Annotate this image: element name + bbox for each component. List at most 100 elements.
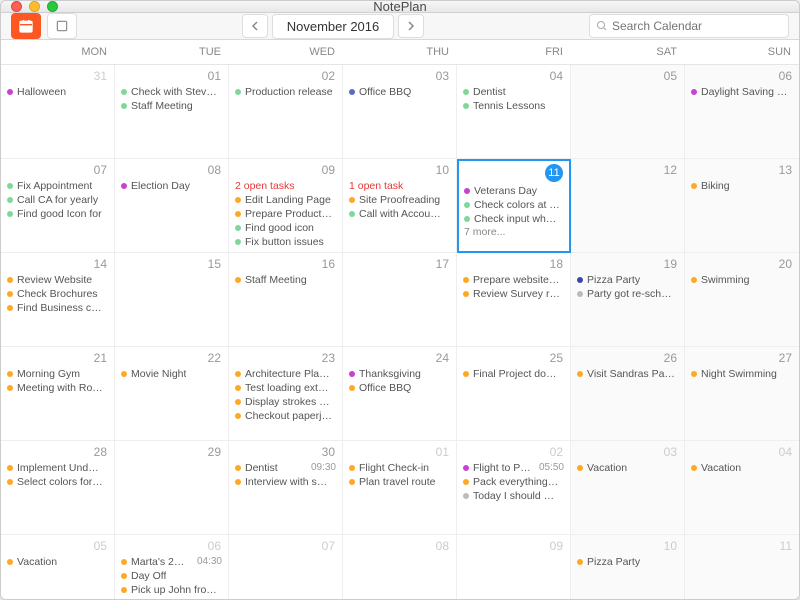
day-cell[interactable]: 18Prepare website…Review Survey r… [457, 253, 571, 347]
day-cell[interactable]: 09 [457, 535, 571, 600]
day-cell[interactable]: 02Flight to Paris05:50Pack everything…To… [457, 441, 571, 535]
event-item[interactable]: Find good Icon for [6, 207, 109, 221]
more-events-label[interactable]: 7 more... [463, 226, 565, 238]
event-item[interactable]: Staff Meeting [234, 273, 337, 287]
event-item[interactable]: Party got re-sch… [576, 287, 679, 301]
event-item[interactable]: Review Website [6, 273, 109, 287]
event-item[interactable]: Election Day [120, 179, 223, 193]
event-item[interactable]: Prepare website… [462, 273, 565, 287]
event-item[interactable]: Checkout paperj… [234, 409, 337, 423]
event-item[interactable]: Interview with s… [234, 475, 337, 489]
event-item[interactable]: Select colors for… [6, 475, 109, 489]
event-item[interactable]: Architecture Pla… [234, 367, 337, 381]
event-item[interactable]: Flight Check-in [348, 461, 451, 475]
event-item[interactable]: Display strokes … [234, 395, 337, 409]
day-cell[interactable]: 06Daylight Saving … [685, 65, 799, 159]
event-item[interactable]: Flight to Paris05:50 [462, 461, 565, 475]
event-item[interactable]: Biking [690, 179, 794, 193]
event-item[interactable]: Check colors at … [463, 198, 565, 212]
day-cell[interactable]: 06Marta's 22n…04:30Day OffPick up John f… [115, 535, 229, 600]
day-cell[interactable]: 092 open tasksEdit Landing PagePrepare P… [229, 159, 343, 253]
event-item[interactable]: Fix Appointment [6, 179, 109, 193]
event-item[interactable]: Morning Gym [6, 367, 109, 381]
event-item[interactable]: Pizza Party [576, 273, 679, 287]
event-item[interactable]: Swimming [690, 273, 794, 287]
event-item[interactable]: Today I should … [462, 489, 565, 503]
day-cell[interactable]: 19Pizza PartyParty got re-sch… [571, 253, 685, 347]
event-item[interactable]: Check Brochures [6, 287, 109, 301]
event-item[interactable]: Review Survey r… [462, 287, 565, 301]
event-item[interactable]: Pick up John fro… [120, 583, 223, 597]
event-item[interactable]: Staff Meeting [120, 99, 223, 113]
day-cell[interactable]: 10Pizza Party [571, 535, 685, 600]
month-label[interactable]: November 2016 [272, 14, 395, 39]
day-cell[interactable]: 12 [571, 159, 685, 253]
event-item[interactable]: Check input wh… [463, 212, 565, 226]
day-cell[interactable]: 25Final Project do… [457, 347, 571, 441]
event-item[interactable]: Find Business c… [6, 301, 109, 315]
event-item[interactable]: Vacation [6, 555, 109, 569]
event-item[interactable]: Daylight Saving … [690, 85, 794, 99]
day-cell[interactable]: 02Production release [229, 65, 343, 159]
event-item[interactable]: Call with Accou… [348, 207, 451, 221]
event-item[interactable]: Plan travel route [348, 475, 451, 489]
day-cell[interactable]: 15 [115, 253, 229, 347]
day-cell[interactable]: 07 [229, 535, 343, 600]
event-item[interactable]: Day Off [120, 569, 223, 583]
event-item[interactable]: Halloween [6, 85, 109, 99]
day-cell[interactable]: 13Biking [685, 159, 799, 253]
day-cell[interactable]: 20Swimming [685, 253, 799, 347]
notes-view-button[interactable] [47, 13, 77, 39]
event-item[interactable]: Veterans Day [463, 184, 565, 198]
day-cell[interactable]: 08Election Day [115, 159, 229, 253]
event-item[interactable]: Office BBQ [348, 85, 451, 99]
day-cell[interactable]: 23Architecture Pla…Test loading ext…Disp… [229, 347, 343, 441]
event-item[interactable]: Dentist09:30 [234, 461, 337, 475]
event-item[interactable]: Edit Landing Page [234, 193, 337, 207]
event-item[interactable]: Check with Stev… [120, 85, 223, 99]
day-cell[interactable]: 14Review WebsiteCheck BrochuresFind Busi… [1, 253, 115, 347]
day-cell[interactable]: 16Staff Meeting [229, 253, 343, 347]
search-field[interactable] [589, 14, 789, 38]
day-cell[interactable]: 26Visit Sandras Pa… [571, 347, 685, 441]
prev-month-button[interactable] [242, 14, 268, 38]
event-item[interactable]: Meeting with Ro… [6, 381, 109, 395]
event-item[interactable]: Implement Und… [6, 461, 109, 475]
event-item[interactable]: Dentist [462, 85, 565, 99]
next-month-button[interactable] [398, 14, 424, 38]
event-item[interactable]: Night Swimming [690, 367, 794, 381]
day-cell[interactable]: 24ThanksgivingOffice BBQ [343, 347, 457, 441]
event-item[interactable]: Site Proofreading [348, 193, 451, 207]
event-item[interactable]: Call CA for yearly [6, 193, 109, 207]
day-cell[interactable]: 04Vacation [685, 441, 799, 535]
day-cell[interactable]: 07Fix AppointmentCall CA for yearlyFind … [1, 159, 115, 253]
calendar-view-button[interactable] [11, 13, 41, 39]
day-cell[interactable]: 01Flight Check-inPlan travel route [343, 441, 457, 535]
event-item[interactable]: Thanksgiving [348, 367, 451, 381]
day-cell[interactable]: 27Night Swimming [685, 347, 799, 441]
event-item[interactable]: Production release [234, 85, 337, 99]
day-cell[interactable]: 21Morning GymMeeting with Ro… [1, 347, 115, 441]
day-cell[interactable]: 101 open taskSite ProofreadingCall with … [343, 159, 457, 253]
day-cell[interactable]: 05 [571, 65, 685, 159]
event-item[interactable]: Vacation [690, 461, 794, 475]
day-cell[interactable]: 05Vacation [1, 535, 115, 600]
event-item[interactable]: Visit Sandras Pa… [576, 367, 679, 381]
event-item[interactable]: Fix button issues [234, 235, 337, 249]
day-cell[interactable]: 03Office BBQ [343, 65, 457, 159]
day-cell[interactable]: 28Implement Und…Select colors for… [1, 441, 115, 535]
day-cell[interactable]: 11Veterans DayCheck colors at …Check inp… [457, 159, 571, 253]
day-cell[interactable]: 01Check with Stev…Staff Meeting [115, 65, 229, 159]
event-item[interactable]: Vacation [576, 461, 679, 475]
event-item[interactable]: Tennis Lessons [462, 99, 565, 113]
event-item[interactable]: Pack everything… [462, 475, 565, 489]
day-cell[interactable]: 11 [685, 535, 799, 600]
search-input[interactable] [612, 19, 782, 33]
day-cell[interactable]: 30Dentist09:30Interview with s… [229, 441, 343, 535]
day-cell[interactable]: 22Movie Night [115, 347, 229, 441]
event-item[interactable]: Find good icon [234, 221, 337, 235]
day-cell[interactable]: 17 [343, 253, 457, 347]
event-item[interactable]: Movie Night [120, 367, 223, 381]
event-item[interactable]: Prepare Product… [234, 207, 337, 221]
day-cell[interactable]: 04DentistTennis Lessons [457, 65, 571, 159]
